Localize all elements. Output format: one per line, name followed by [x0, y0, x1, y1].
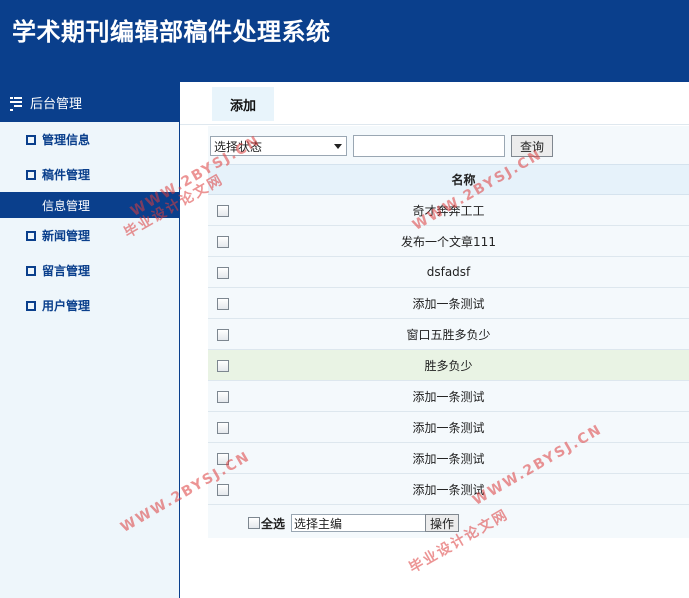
table-row: 添加一条测试	[208, 442, 689, 474]
row-checkbox[interactable]	[217, 328, 229, 341]
row-checkbox[interactable]	[217, 204, 229, 217]
row-name: 发布一个文章111	[238, 225, 689, 257]
status-select-value: 选择状态	[214, 139, 263, 154]
square-icon	[26, 134, 36, 145]
sidebar-item-label: 管理信息	[42, 133, 91, 147]
table-header-row: 名称	[208, 164, 689, 195]
row-checkbox[interactable]	[217, 235, 229, 248]
square-icon	[26, 300, 36, 311]
sidebar-item-label: 信息管理	[42, 198, 91, 213]
square-icon	[26, 230, 36, 241]
search-input[interactable]	[353, 135, 505, 157]
row-checkbox[interactable]	[217, 452, 229, 465]
app-title: 学术期刊编辑部稿件处理系统	[12, 18, 331, 46]
row-name: 奇才奔奔工工	[238, 194, 689, 226]
row-name: 添加一条测试	[238, 380, 689, 412]
sidebar-item-manage-info[interactable]: 管理信息	[0, 122, 179, 157]
row-name: 添加一条测试	[238, 411, 689, 443]
row-name: 添加一条测试	[238, 473, 689, 505]
row-name: dsfadsf	[238, 256, 689, 288]
status-select[interactable]: 选择状态	[210, 136, 347, 156]
query-button[interactable]: 查询	[511, 135, 554, 157]
table-row: 奇才奔奔工工	[208, 194, 689, 226]
sidebar-item-label: 留言管理	[42, 264, 91, 278]
editor-select-value: 选择主编	[294, 516, 343, 531]
sidebar-item-users[interactable]: 用户管理	[0, 288, 179, 323]
row-checkbox[interactable]	[217, 266, 229, 279]
table-row: 发布一个文章111	[208, 225, 689, 257]
row-name: 窗口五胜多负少	[238, 318, 689, 350]
table-row: 窗口五胜多负少	[208, 318, 689, 350]
chevron-down-icon	[334, 143, 342, 149]
header-check-cell	[208, 164, 238, 195]
table-row: 添加一条测试	[208, 287, 689, 319]
row-name: 添加一条测试	[238, 442, 689, 474]
row-name: 添加一条测试	[238, 287, 689, 319]
editor-select[interactable]: 选择主编	[291, 514, 432, 532]
sidebar-item-info-management[interactable]: 信息管理	[0, 192, 179, 218]
table-row: 添加一条测试	[208, 411, 689, 443]
square-icon	[26, 265, 36, 276]
sidebar: 后台管理 管理信息 稿件管理 信息管理 新闻管理 留言管理 用户管理	[0, 82, 180, 598]
list-panel: 选择状态 查询 名称 奇才奔奔工工 发布一个文章111 dsfadsf 添加一条…	[208, 126, 689, 538]
table-row-highlighted: 胜多负少	[208, 349, 689, 381]
main-content: 添加 选择状态 查询 名称 奇才奔奔工工 发布一个文章111 dsfadsf 添…	[180, 82, 689, 598]
filter-bar: 选择状态 查询	[210, 134, 554, 158]
sidebar-item-news[interactable]: 新闻管理	[0, 218, 179, 253]
row-checkbox[interactable]	[217, 421, 229, 434]
sidebar-heading: 后台管理	[0, 82, 179, 122]
app-header: 学术期刊编辑部稿件处理系统	[0, 0, 689, 82]
tab-bar: 添加	[180, 82, 689, 125]
table-row: dsfadsf	[208, 256, 689, 288]
square-icon	[26, 169, 36, 180]
sidebar-item-label: 用户管理	[42, 299, 91, 313]
sidebar-item-label: 新闻管理	[42, 229, 91, 243]
tab-add[interactable]: 添加	[212, 87, 274, 121]
row-checkbox[interactable]	[217, 297, 229, 310]
row-checkbox[interactable]	[217, 390, 229, 403]
sidebar-heading-label: 后台管理	[30, 96, 83, 112]
select-all-label: 全选	[261, 516, 286, 531]
sidebar-item-manuscripts[interactable]: 稿件管理	[0, 157, 179, 192]
data-table: 名称 奇才奔奔工工 发布一个文章111 dsfadsf 添加一条测试 窗口五胜多…	[208, 164, 689, 505]
table-row: 添加一条测试	[208, 473, 689, 505]
sidebar-item-label: 稿件管理	[42, 168, 91, 182]
column-header-name: 名称	[238, 164, 689, 195]
row-name: 胜多负少	[238, 349, 689, 381]
action-button[interactable]: 操作	[425, 514, 460, 532]
bulk-action-bar: 全选 选择主编 操作	[248, 512, 460, 534]
list-icon	[10, 97, 22, 111]
row-checkbox[interactable]	[217, 483, 229, 496]
sidebar-item-messages[interactable]: 留言管理	[0, 253, 179, 288]
row-checkbox[interactable]	[217, 359, 229, 372]
table-row: 添加一条测试	[208, 380, 689, 412]
select-all-checkbox[interactable]	[248, 517, 260, 529]
